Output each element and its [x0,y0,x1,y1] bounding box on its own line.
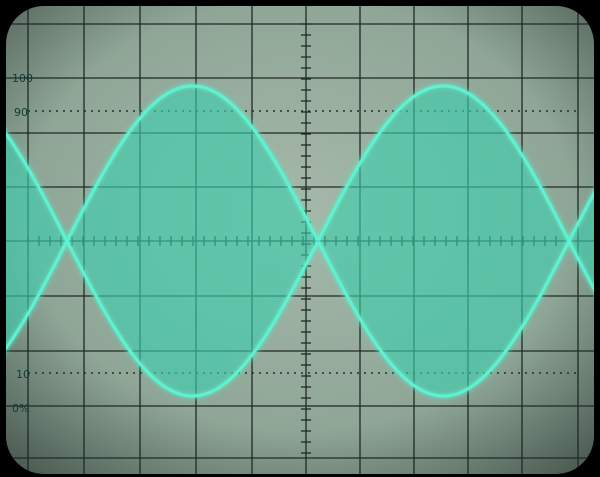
label-100: 100 [12,72,33,85]
label-10: 10 [16,368,30,381]
label-0-percent: 0% [12,402,29,415]
oscilloscope-display: 100 90 10 0% [0,0,600,477]
oscilloscope-screen: 100 90 10 0% [0,0,600,477]
label-90: 90 [14,106,28,119]
